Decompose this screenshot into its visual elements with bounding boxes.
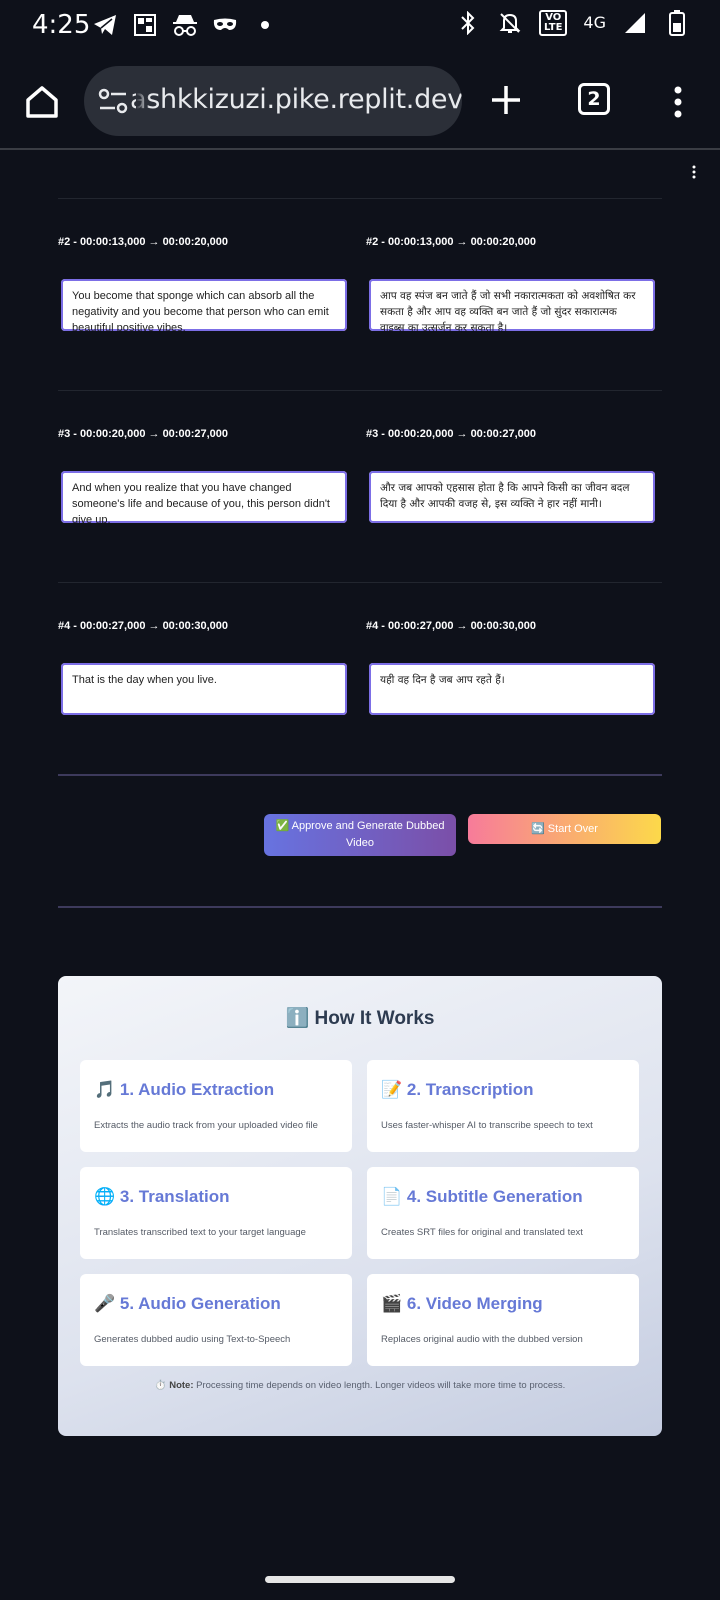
original-text[interactable]: That is the day when you live. bbox=[64, 666, 344, 694]
note-text: Processing time depends on video length.… bbox=[196, 1380, 566, 1391]
step-title: 📝 2. Transcription bbox=[381, 1080, 534, 1099]
signal-icon bbox=[622, 10, 648, 36]
tab-switcher-button[interactable]: 2 bbox=[578, 83, 610, 115]
original-text-box[interactable]: You become that sponge which can absorb … bbox=[59, 277, 349, 333]
section-divider bbox=[58, 906, 662, 908]
status-notification-icons bbox=[92, 12, 278, 38]
step-desc: Uses faster-whisper AI to transcribe spe… bbox=[381, 1120, 593, 1131]
battery-icon bbox=[664, 10, 690, 36]
status-bar: 4:25 VO LTE 4G bbox=[0, 0, 720, 52]
photo-app-icon bbox=[132, 12, 158, 38]
page-menu-icon[interactable] bbox=[690, 164, 698, 180]
home-icon bbox=[26, 86, 58, 118]
incognito-icon bbox=[172, 12, 198, 38]
translated-text-box[interactable]: और जब आपको एहसास होता है कि आपने किसी का… bbox=[367, 469, 657, 525]
site-settings-icon[interactable] bbox=[98, 88, 128, 114]
step-title: 📄 4. Subtitle Generation bbox=[381, 1187, 583, 1206]
address-bar[interactable]: ashkkizuzi.pike.replit.dev bbox=[84, 66, 462, 136]
divider bbox=[58, 390, 662, 391]
step-card-audio-generation: 🎤 5. Audio Generation Generates dubbed a… bbox=[80, 1274, 352, 1366]
how-it-works-card: ℹ️ How It Works 🎵 1. Audio Extraction Ex… bbox=[58, 976, 662, 1436]
translated-text[interactable]: और जब आपको एहसास होता है कि आपने किसी का… bbox=[372, 474, 652, 518]
approve-generate-button[interactable]: ✅ Approve and Generate Dubbed Video bbox=[264, 814, 456, 856]
browser-menu-button[interactable] bbox=[668, 82, 688, 122]
segment-label-translated: #3 - 00:00:20,000 → 00:00:27,000 bbox=[366, 428, 537, 440]
step-title: 🌐 3. Translation bbox=[94, 1187, 230, 1206]
segment-label-translated: #2 - 00:00:13,000 → 00:00:20,000 bbox=[366, 236, 537, 248]
plus-icon bbox=[492, 86, 520, 114]
segment-label-original: #3 - 00:00:20,000 → 00:00:27,000 bbox=[58, 428, 229, 440]
status-system-icons: VO LTE 4G bbox=[455, 10, 690, 36]
segment-label-original: #2 - 00:00:13,000 → 00:00:20,000 bbox=[58, 236, 229, 248]
divider bbox=[58, 198, 662, 199]
dot-icon bbox=[252, 12, 278, 38]
step-desc: Replaces original audio with the dubbed … bbox=[381, 1334, 583, 1345]
step-desc: Extracts the audio track from your uploa… bbox=[94, 1120, 318, 1131]
processing-note: ⏱️ Note: Processing time depends on vide… bbox=[58, 1380, 662, 1391]
status-time: 4:25 bbox=[32, 10, 91, 40]
new-tab-button[interactable] bbox=[486, 80, 526, 120]
step-card-translation: 🌐 3. Translation Translates transcribed … bbox=[80, 1167, 352, 1259]
how-it-works-title: ℹ️ How It Works bbox=[285, 1008, 435, 1029]
gesture-home-indicator[interactable] bbox=[265, 1576, 455, 1583]
original-text[interactable]: And when you realize that you have chang… bbox=[64, 474, 344, 523]
network-4g-icon: 4G bbox=[583, 13, 606, 32]
step-card-subtitle-generation: 📄 4. Subtitle Generation Creates SRT fil… bbox=[367, 1167, 639, 1259]
step-card-audio-extraction: 🎵 1. Audio Extraction Extracts the audio… bbox=[80, 1060, 352, 1152]
step-card-transcription: 📝 2. Transcription Uses faster-whisper A… bbox=[367, 1060, 639, 1152]
step-card-video-merging: 🎬 6. Video Merging Replaces original aud… bbox=[367, 1274, 639, 1366]
segment-label-translated: #4 - 00:00:27,000 → 00:00:30,000 bbox=[366, 620, 537, 632]
original-text-box[interactable]: That is the day when you live. bbox=[59, 661, 349, 717]
translated-text-box[interactable]: यही वह दिन है जब आप रहते हैं। bbox=[367, 661, 657, 717]
note-label: ⏱️ Note: bbox=[154, 1380, 194, 1391]
url-fade bbox=[136, 66, 150, 136]
volte-icon: VO LTE bbox=[539, 10, 568, 36]
browser-toolbar: ashkkizuzi.pike.replit.dev 2 bbox=[0, 52, 720, 150]
telegram-icon bbox=[92, 12, 118, 38]
translated-text[interactable]: आप वह स्पंज बन जाते हैं जो सभी नकारात्मक… bbox=[372, 282, 652, 331]
mute-bell-icon bbox=[497, 10, 523, 36]
segment-label-original: #4 - 00:00:27,000 → 00:00:30,000 bbox=[58, 620, 229, 632]
mask-icon bbox=[212, 12, 238, 38]
step-title: 🎤 5. Audio Generation bbox=[94, 1294, 281, 1313]
divider bbox=[58, 582, 662, 583]
url-text[interactable]: ashkkizuzi.pike.replit.dev bbox=[130, 84, 462, 115]
original-text-box[interactable]: And when you realize that you have chang… bbox=[59, 469, 349, 525]
bluetooth-icon bbox=[455, 10, 481, 36]
home-button[interactable] bbox=[20, 80, 64, 124]
page-content: #2 - 00:00:13,000 → 00:00:20,000 #2 - 00… bbox=[0, 150, 720, 1600]
step-title: 🎬 6. Video Merging bbox=[381, 1294, 543, 1313]
translated-text-box[interactable]: आप वह स्पंज बन जाते हैं जो सभी नकारात्मक… bbox=[367, 277, 657, 333]
section-divider bbox=[58, 774, 662, 776]
step-desc: Generates dubbed audio using Text-to-Spe… bbox=[94, 1334, 291, 1345]
translated-text[interactable]: यही वह दिन है जब आप रहते हैं। bbox=[372, 666, 652, 694]
original-text[interactable]: You become that sponge which can absorb … bbox=[64, 282, 344, 331]
start-over-button[interactable]: 🔄 Start Over bbox=[468, 814, 661, 844]
step-desc: Creates SRT files for original and trans… bbox=[381, 1227, 583, 1238]
step-title: 🎵 1. Audio Extraction bbox=[94, 1080, 275, 1099]
step-desc: Translates transcribed text to your targ… bbox=[94, 1227, 306, 1238]
more-vert-icon bbox=[674, 86, 682, 118]
